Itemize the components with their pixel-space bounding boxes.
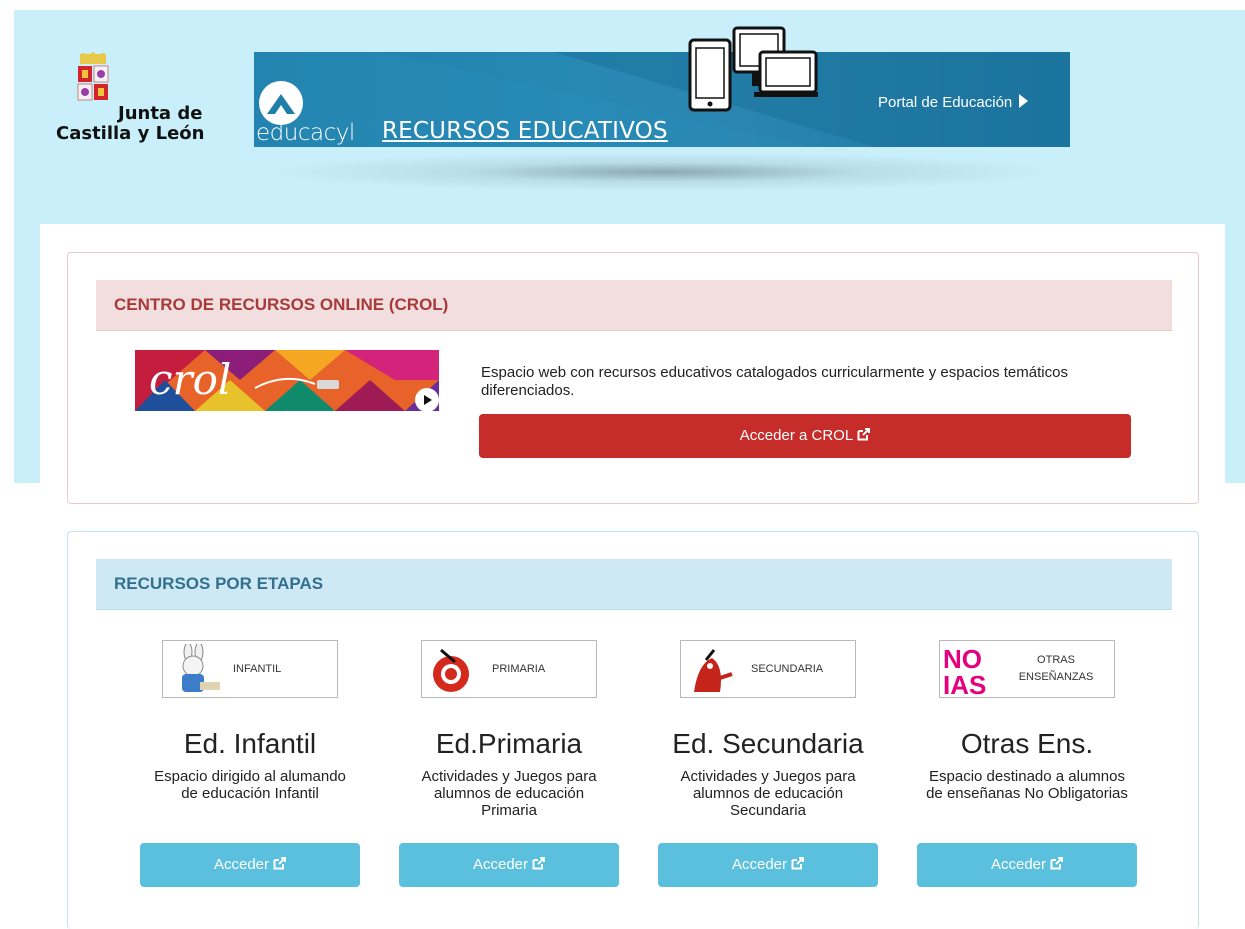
- org-name: Junta de Castilla y León: [56, 104, 204, 144]
- access-infantil-label: Acceder: [213, 856, 270, 873]
- infantil-thumbnail[interactable]: INFANTIL: [162, 640, 338, 698]
- noias-bottom-text: IAS: [943, 670, 986, 696]
- crol-heading-bar: CENTRO DE RECURSOS ONLINE (CROL): [96, 280, 1172, 331]
- crol-heading: CENTRO DE RECURSOS ONLINE (CROL): [114, 295, 449, 314]
- etapa-primaria: PRIMARIA Ed.Primaria Actividades y Juego…: [389, 640, 629, 887]
- rabbit-icon: [182, 644, 220, 692]
- access-crol-button[interactable]: Acceder a CROL: [479, 414, 1131, 458]
- crol-card: CENTRO DE RECURSOS ONLINE (CROL) crol Es…: [67, 252, 1199, 504]
- etapas-heading-bar: RECURSOS POR ETAPAS: [96, 559, 1172, 610]
- crol-image-text: crol: [149, 355, 231, 404]
- primaria-thumb-label: PRIMARIA: [492, 663, 546, 675]
- access-infantil-button[interactable]: Acceder: [140, 843, 360, 887]
- access-otras-label: Acceder: [990, 856, 1047, 873]
- otras-thumb-label: OTRAS ENSEÑANZAS: [1018, 654, 1094, 683]
- primaria-description: Actividades y Juegos para alumnos de edu…: [421, 768, 597, 819]
- crol-banner-image[interactable]: crol: [135, 350, 439, 411]
- banner-shadow: [258, 152, 1066, 192]
- infantil-thumb-label: INFANTIL: [233, 663, 282, 675]
- secundaria-thumb-label: SECUNDARIA: [751, 663, 824, 675]
- org-name-line2: Castilla y León: [56, 123, 205, 144]
- red-character-icon: [433, 648, 469, 692]
- primaria-thumbnail[interactable]: PRIMARIA: [421, 640, 597, 698]
- secundaria-thumbnail[interactable]: SECUNDARIA: [680, 640, 856, 698]
- access-otras-button[interactable]: Acceder: [917, 843, 1137, 887]
- red-character-icon: [694, 649, 733, 692]
- crol-description: Espacio web con recursos educativos cata…: [481, 364, 1068, 399]
- educacyl-brand: educacyl: [256, 120, 355, 146]
- external-link-icon: [1050, 857, 1064, 870]
- access-crol-label: Acceder a CROL: [739, 427, 854, 444]
- access-secundaria-button[interactable]: Acceder: [658, 843, 878, 887]
- otras-title: Otras Ens.: [960, 728, 1094, 759]
- chevron-right-icon: [1019, 94, 1029, 108]
- access-secundaria-label: Acceder: [731, 856, 788, 873]
- org-name-line1: Junta de: [118, 103, 203, 124]
- infantil-description: Espacio dirigido al alumando de educació…: [154, 768, 346, 802]
- noias-logo: NO IAS: [943, 644, 986, 696]
- access-primaria-label: Acceder: [472, 856, 529, 873]
- otras-thumbnail[interactable]: NO IAS OTRAS ENSEÑANZAS: [939, 640, 1115, 698]
- devices-icon: [688, 26, 818, 112]
- otras-description: Espacio destinado a alumnos de enseñanas…: [926, 768, 1128, 802]
- infantil-title: Ed. Infantil: [183, 728, 317, 759]
- external-link-icon: [532, 857, 546, 870]
- portal-educacion-link[interactable]: Portal de Educación: [878, 94, 1029, 111]
- section-title-link[interactable]: RECURSOS EDUCATIVOS: [382, 118, 668, 144]
- external-link-icon: [273, 857, 287, 870]
- secundaria-title: Ed. Secundaria: [672, 728, 864, 759]
- portal-link-label: Portal de Educación: [878, 94, 1013, 111]
- etapa-infantil: INFANTIL Ed. Infantil Espacio dirigido a…: [130, 640, 370, 887]
- access-primaria-button[interactable]: Acceder: [399, 843, 619, 887]
- etapa-otras: NO IAS OTRAS ENSEÑANZAS Otras Ens. Espac…: [907, 640, 1147, 887]
- jcyl-logo[interactable]: Junta de Castilla y León: [52, 52, 232, 152]
- external-link-icon: [791, 857, 805, 870]
- etapas-heading: RECURSOS POR ETAPAS: [114, 574, 324, 593]
- secundaria-description: Actividades y Juegos para alumnos de edu…: [680, 768, 856, 819]
- external-link-icon: [857, 428, 871, 441]
- primaria-title: Ed.Primaria: [435, 728, 583, 759]
- etapa-secundaria: SECUNDARIA Ed. Secundaria Actividades y …: [648, 640, 888, 887]
